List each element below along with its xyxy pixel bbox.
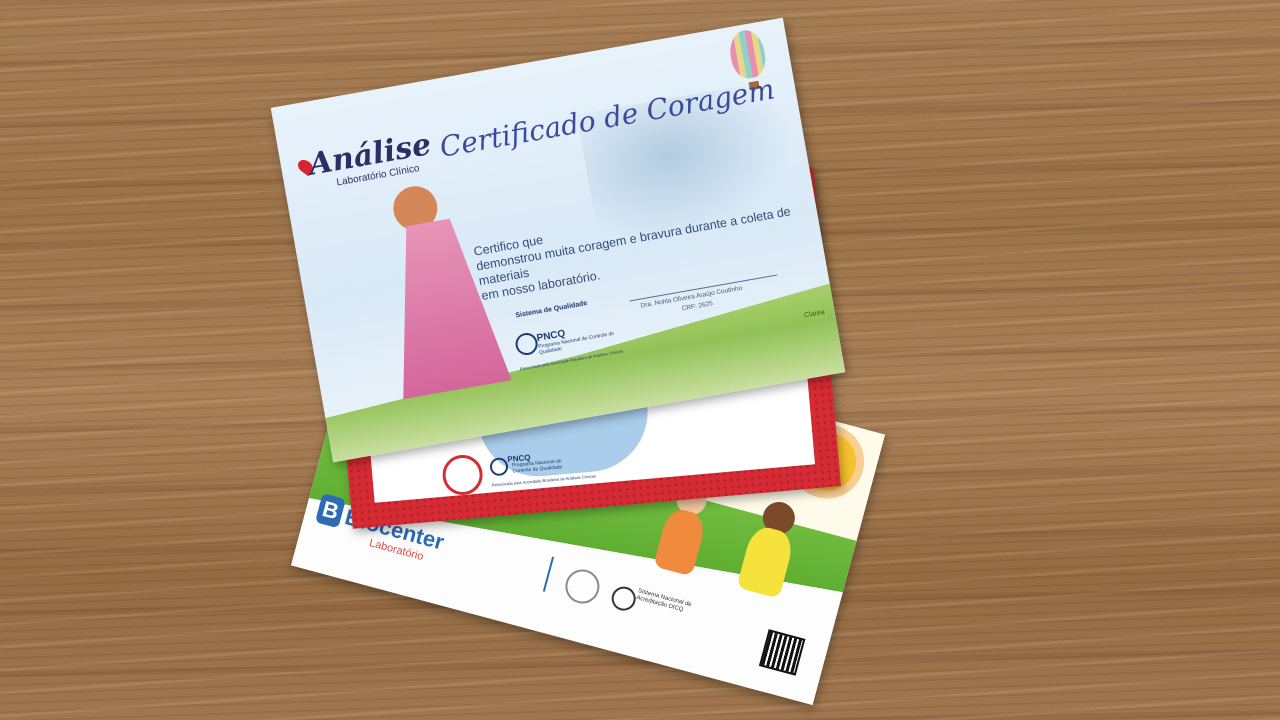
wooden-table: B Biocenter Laboratório Sistema Nacional… [0,0,1280,720]
pncq-logo-icon [489,457,509,477]
qr-code [758,629,806,676]
quality-system-label: Sistema de Qualidade [514,299,588,320]
signature-crf: CRF: 2625 [681,300,714,313]
red-stamp-icon [440,453,485,497]
